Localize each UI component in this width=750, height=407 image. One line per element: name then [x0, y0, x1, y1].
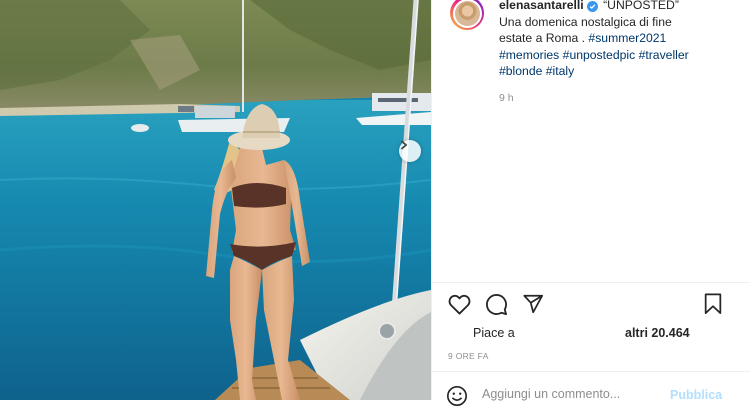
likes-summary: Piace a altri 20.464	[473, 326, 743, 342]
comment-input[interactable]	[482, 387, 662, 401]
hashtag-link[interactable]: #summer2021	[588, 31, 666, 45]
divider	[432, 282, 750, 283]
caption-timestamp: 9 h	[499, 92, 514, 104]
like-button[interactable]	[446, 291, 472, 317]
likes-count-link[interactable]: altri 20.464	[625, 326, 690, 340]
post-photo[interactable]	[0, 0, 431, 400]
caption-section: elenasantarelli “UNPOSTED” Una domenica …	[432, 0, 750, 283]
emoji-button[interactable]	[446, 385, 468, 407]
verified-badge-icon	[586, 1, 598, 12]
hashtag-link[interactable]: #blonde	[499, 64, 542, 78]
hashtag-link[interactable]: #memories	[499, 48, 559, 62]
avatar-photo	[452, 0, 482, 28]
heart-icon	[448, 294, 470, 314]
post-details-panel: elenasantarelli “UNPOSTED” Una domenica …	[431, 0, 750, 406]
divider	[432, 371, 750, 372]
post-date: 9 ORE FA	[448, 351, 489, 361]
chevron-right-icon	[401, 140, 408, 150]
hashtag-link[interactable]: #traveller	[639, 48, 689, 62]
photo-scene	[0, 0, 431, 400]
paper-plane-icon	[523, 294, 544, 314]
comment-button[interactable]	[483, 291, 509, 317]
hashtag-link[interactable]: #italy	[546, 64, 574, 78]
bookmark-icon	[704, 293, 722, 315]
caption-line: estate a Roma .	[499, 31, 589, 45]
save-button[interactable]	[700, 291, 726, 317]
next-photo-button[interactable]	[399, 140, 421, 162]
likes-prefix: Piace a	[473, 326, 515, 340]
caption-line: “UNPOSTED”	[603, 0, 679, 12]
avatar[interactable]	[450, 0, 484, 30]
comment-icon	[485, 293, 507, 315]
hashtag-link[interactable]: #unpostedpic	[563, 48, 636, 62]
action-bar	[446, 291, 736, 317]
caption-text: elenasantarelli “UNPOSTED” Una domenica …	[499, 0, 739, 80]
add-comment-row: Pubblica	[432, 380, 750, 407]
emoji-icon	[447, 386, 467, 406]
share-button[interactable]	[520, 291, 546, 317]
caption-line: Una domenica nostalgica di fine	[499, 14, 672, 29]
username-link[interactable]: elenasantarelli	[499, 0, 584, 12]
